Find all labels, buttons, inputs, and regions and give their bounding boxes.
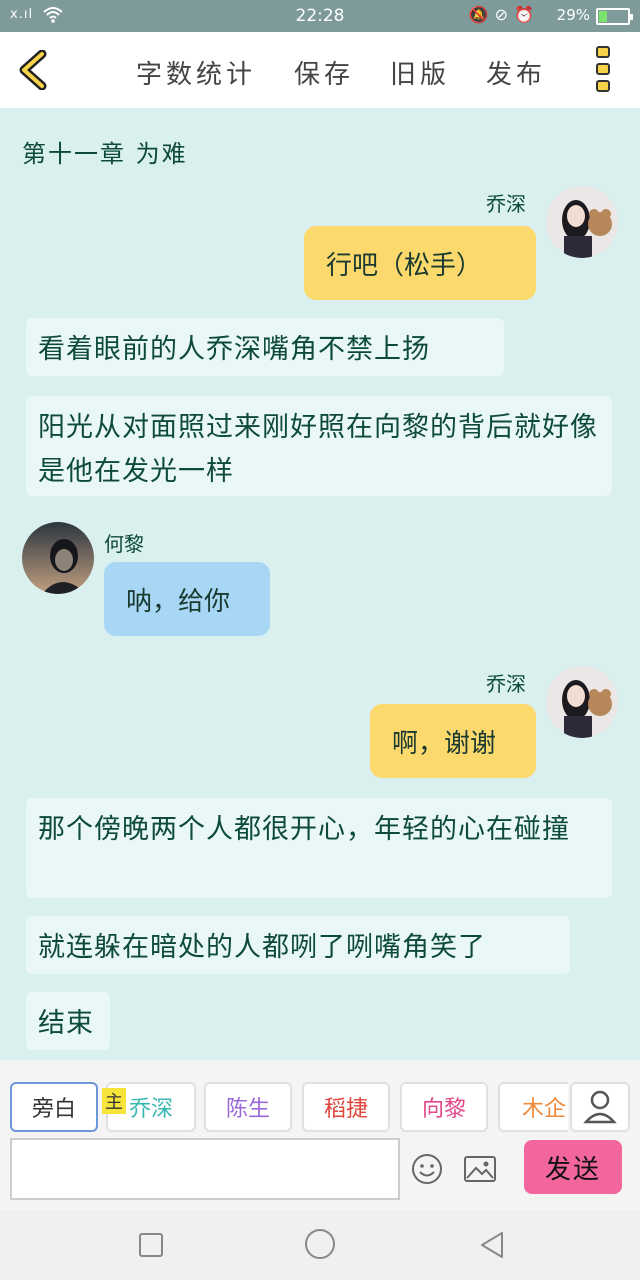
old-version-button[interactable]: 旧版 — [390, 54, 450, 91]
image-button[interactable] — [462, 1152, 498, 1186]
narration-block[interactable]: 阳光从对面照过来刚好照在向黎的背后就好像是他在发光一样 — [26, 396, 612, 496]
avatar-heli[interactable] — [22, 522, 94, 594]
character-label: 稻捷 — [323, 1097, 368, 1122]
circle-icon — [305, 1229, 335, 1259]
word-count-button[interactable]: 字数统计 — [136, 54, 256, 91]
clock: 22:28 — [295, 6, 345, 26]
character-label: 旁白 — [31, 1097, 76, 1122]
speaker-name: 乔深 — [486, 672, 526, 696]
message-bubble[interactable]: 呐，给你 — [104, 562, 270, 636]
narration-block[interactable]: 那个傍晚两个人都很开心，年轻的心在碰撞 — [26, 798, 612, 898]
manage-characters-button[interactable] — [570, 1082, 630, 1132]
character-tab-daojie[interactable]: 稻捷 — [302, 1082, 390, 1132]
character-label: 向黎 — [421, 1097, 466, 1122]
user-icon — [583, 1090, 617, 1124]
message-bubble[interactable]: 行吧（松手） — [304, 226, 536, 300]
status-icons: 🔕⊘⏰ — [469, 5, 540, 24]
editor-toolbar: 字数统计 保存 旧版 发布 — [0, 32, 640, 108]
character-tab-xiangli[interactable]: 向黎 — [400, 1082, 488, 1132]
message-input[interactable] — [10, 1138, 400, 1200]
chapter-title[interactable]: 第十一章 为难 — [22, 134, 188, 169]
battery-icon — [596, 8, 633, 25]
emoji-button[interactable] — [410, 1152, 444, 1186]
character-tab-narrator[interactable]: 旁白 — [10, 1082, 98, 1132]
chevron-left-icon — [19, 49, 47, 91]
mute-bell-icon: 🔕 — [468, 5, 495, 24]
compose-panel: 旁白 乔深 主 陈生 稻捷 向黎 木企 发送 — [0, 1060, 640, 1210]
publish-button[interactable]: 发布 — [486, 54, 546, 91]
status-bar: x.ıl 22:28 🔕⊘⏰ 29% — [0, 0, 640, 32]
back-button[interactable] — [16, 49, 52, 91]
lock-rotation-icon: ⊘ — [494, 5, 515, 24]
home-button[interactable] — [304, 1228, 336, 1264]
narration-block[interactable]: 结束 — [26, 992, 110, 1050]
speaker-name: 乔深 — [486, 192, 526, 216]
character-tab-chensheng[interactable]: 陈生 — [204, 1082, 292, 1132]
battery-fill — [599, 11, 607, 22]
story-chat-area[interactable]: 第十一章 为难 乔深 行吧（松手） 看着眼前的人乔深嘴角不禁上扬 阳光从对面照过… — [0, 108, 640, 1060]
character-label: 木企 — [522, 1097, 567, 1122]
recent-apps-button[interactable] — [138, 1232, 164, 1262]
narration-block[interactable]: 就连躲在暗处的人都咧了咧嘴角笑了 — [26, 916, 570, 974]
avatar-qiaoshen[interactable] — [546, 666, 618, 738]
main-character-badge: 主 — [102, 1088, 126, 1114]
smiley-icon — [412, 1154, 442, 1184]
system-nav-bar — [0, 1210, 640, 1280]
speaker-name: 何黎 — [104, 532, 144, 556]
square-icon — [139, 1233, 163, 1257]
narration-block[interactable]: 看着眼前的人乔深嘴角不禁上扬 — [26, 318, 504, 376]
character-label: 陈生 — [225, 1097, 270, 1122]
back-nav-button[interactable] — [478, 1230, 506, 1264]
message-bubble[interactable]: 啊，谢谢 — [370, 704, 536, 778]
avatar-qiaoshen[interactable] — [546, 186, 618, 258]
alarm-icon: ⏰ — [514, 5, 540, 24]
image-icon — [464, 1156, 496, 1182]
character-tab-muqi[interactable]: 木企 — [498, 1082, 568, 1132]
battery-percent: 29% — [556, 6, 590, 24]
more-menu-icon[interactable] — [596, 46, 612, 96]
save-button[interactable]: 保存 — [294, 54, 354, 91]
triangle-back-icon — [481, 1232, 503, 1258]
character-label: 乔深 — [128, 1097, 173, 1122]
send-button[interactable]: 发送 — [524, 1140, 622, 1194]
